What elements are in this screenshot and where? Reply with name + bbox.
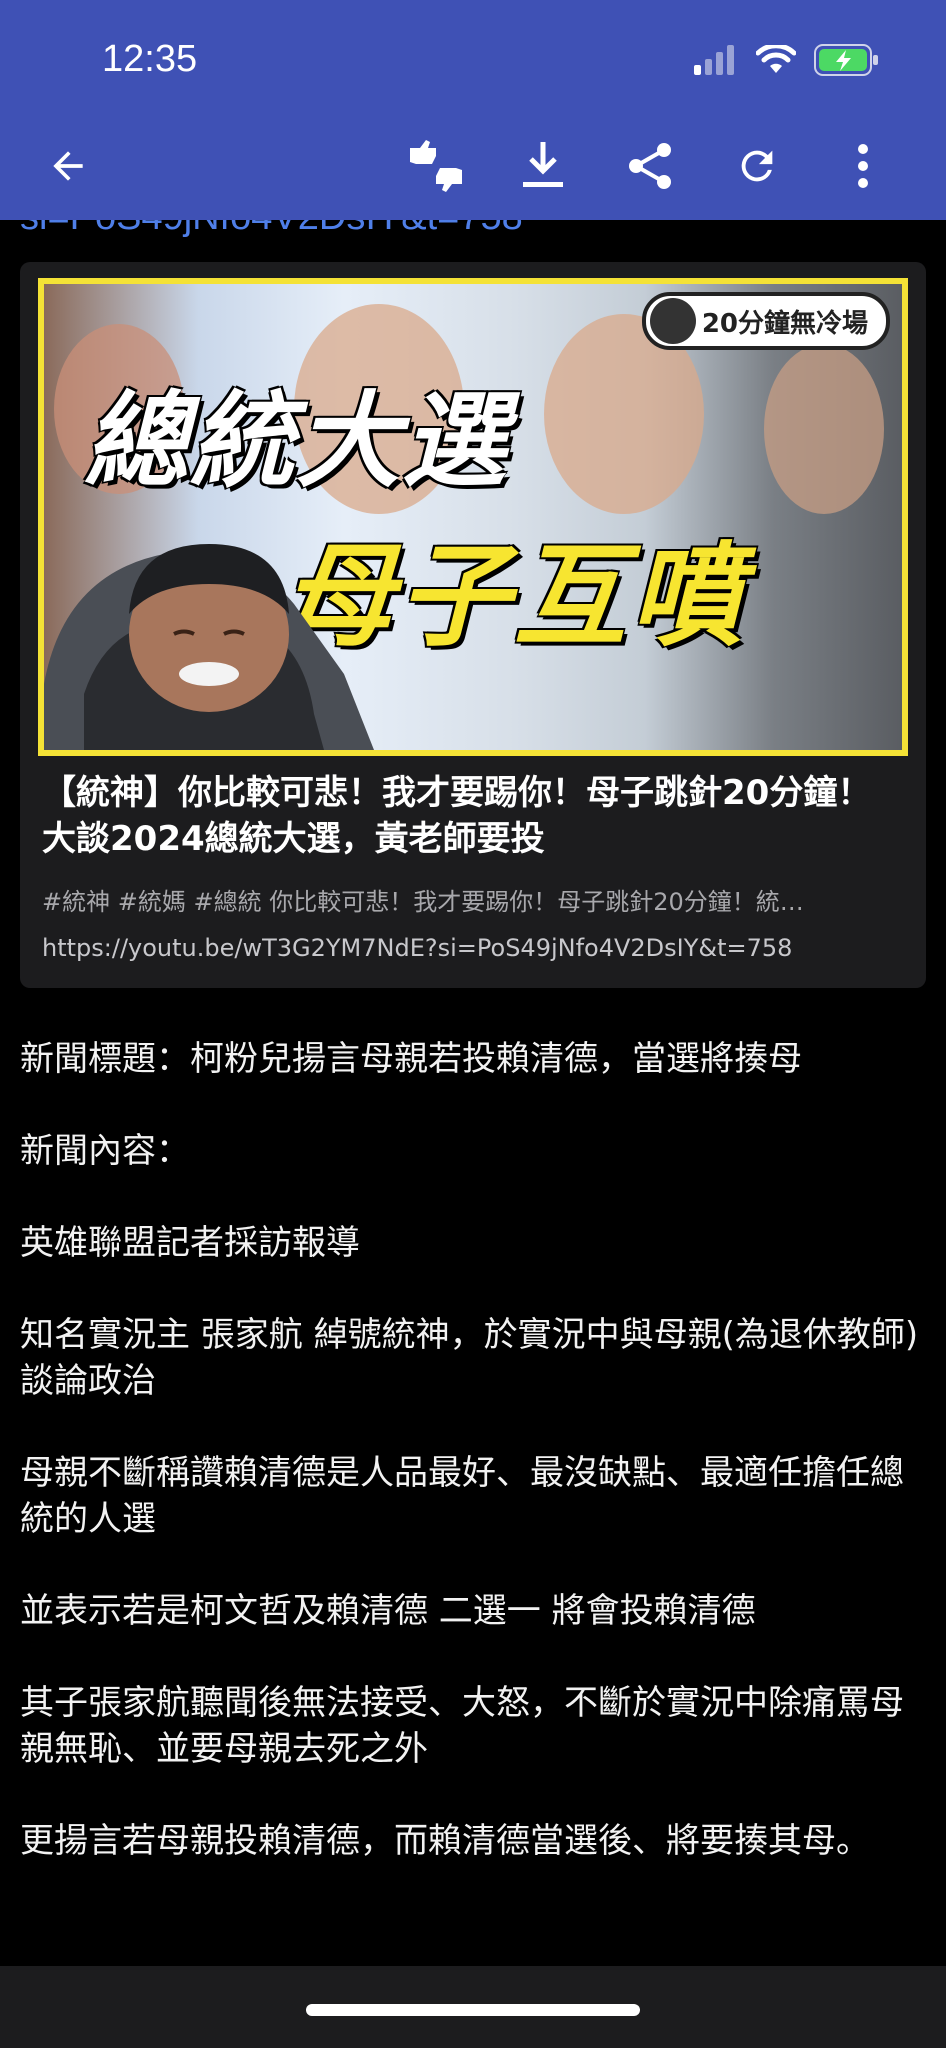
rate-button[interactable] xyxy=(400,130,472,202)
app-bar: 12:35 xyxy=(0,0,946,220)
thumbnail-headline-top: 總統大選 xyxy=(84,380,509,502)
thumbnail-badge: 20分鐘無冷場 xyxy=(641,292,890,350)
more-vert-icon xyxy=(858,144,868,188)
download-button[interactable] xyxy=(507,130,579,202)
article-paragraph: 英雄聯盟記者採訪報導 xyxy=(20,1223,360,1263)
refresh-icon xyxy=(741,150,773,182)
toolbar xyxy=(0,130,946,202)
thumbs-up-down-icon xyxy=(410,140,462,192)
card-description: #統神 #統媽 #總統 你比較可悲！我才要踢你！母子跳針20分鐘！統… xyxy=(42,888,804,916)
article-paragraph: 母親不斷稱讚賴清德是人品最好、最沒缺點、最適任擔任總統的人選 xyxy=(20,1453,904,1539)
card-title[interactable]: 【統神】你比較可悲！我才要踢你！母子跳針20分鐘！大談2024總統大選，黃老師要… xyxy=(42,770,904,862)
download-icon xyxy=(523,142,563,187)
refresh-button[interactable] xyxy=(721,130,793,202)
arrow-left-icon xyxy=(53,151,83,181)
share-icon xyxy=(629,143,671,189)
article-paragraph: 知名實況主 張家航 綽號統神，於實況中與母親(為退休教師)談論政治 xyxy=(20,1315,919,1401)
blurred-face xyxy=(764,344,884,514)
back-button[interactable] xyxy=(32,130,104,202)
more-options-button[interactable] xyxy=(827,130,899,202)
thumbnail-background: 總統大選 母子互噴 20分鐘無冷場 xyxy=(44,284,902,750)
streamer-figure xyxy=(44,544,374,750)
status-time: 12:35 xyxy=(102,38,198,80)
video-thumbnail[interactable]: 總統大選 母子互噴 20分鐘無冷場 xyxy=(38,278,908,756)
article-content-label: 新聞內容： xyxy=(20,1131,190,1171)
wifi-icon xyxy=(756,45,796,73)
share-button[interactable] xyxy=(614,130,686,202)
home-indicator[interactable] xyxy=(306,2004,640,2016)
badge-text: 20分鐘無冷場 xyxy=(701,308,868,339)
status-icons xyxy=(694,44,880,76)
card-url[interactable]: https://youtu.be/wT3G2YM7NdE?si=PoS49jNf… xyxy=(42,934,904,962)
link-preview-card[interactable]: 總統大選 母子互噴 20分鐘無冷場 【統神】你比較可悲！我才要踢你！母子跳針20… xyxy=(20,262,926,988)
article-headline: 新聞標題：柯粉兒揚言母親若投賴清德，當選將揍母 xyxy=(20,1039,802,1079)
cellular-signal-icon xyxy=(694,45,734,75)
article-body: 新聞標題：柯粉兒揚言母親若投賴清德，當選將揍母 新聞內容： 英雄聯盟記者採訪報導… xyxy=(20,1036,926,1910)
article-paragraph: 並表示若是柯文哲及賴清德 二選一 將會投賴清德 xyxy=(20,1591,756,1631)
bottom-bar xyxy=(0,1966,946,2048)
article-paragraph: 更揚言若母親投賴清德，而賴清德當選後、將要揍其母。 xyxy=(20,1821,870,1861)
article-paragraph: 其子張家航聽聞後無法接受、大怒，不斷於實況中除痛罵母親無恥、並要母親去死之外 xyxy=(20,1683,904,1769)
badge-avatar xyxy=(649,298,696,344)
battery-charging-icon xyxy=(814,44,878,76)
